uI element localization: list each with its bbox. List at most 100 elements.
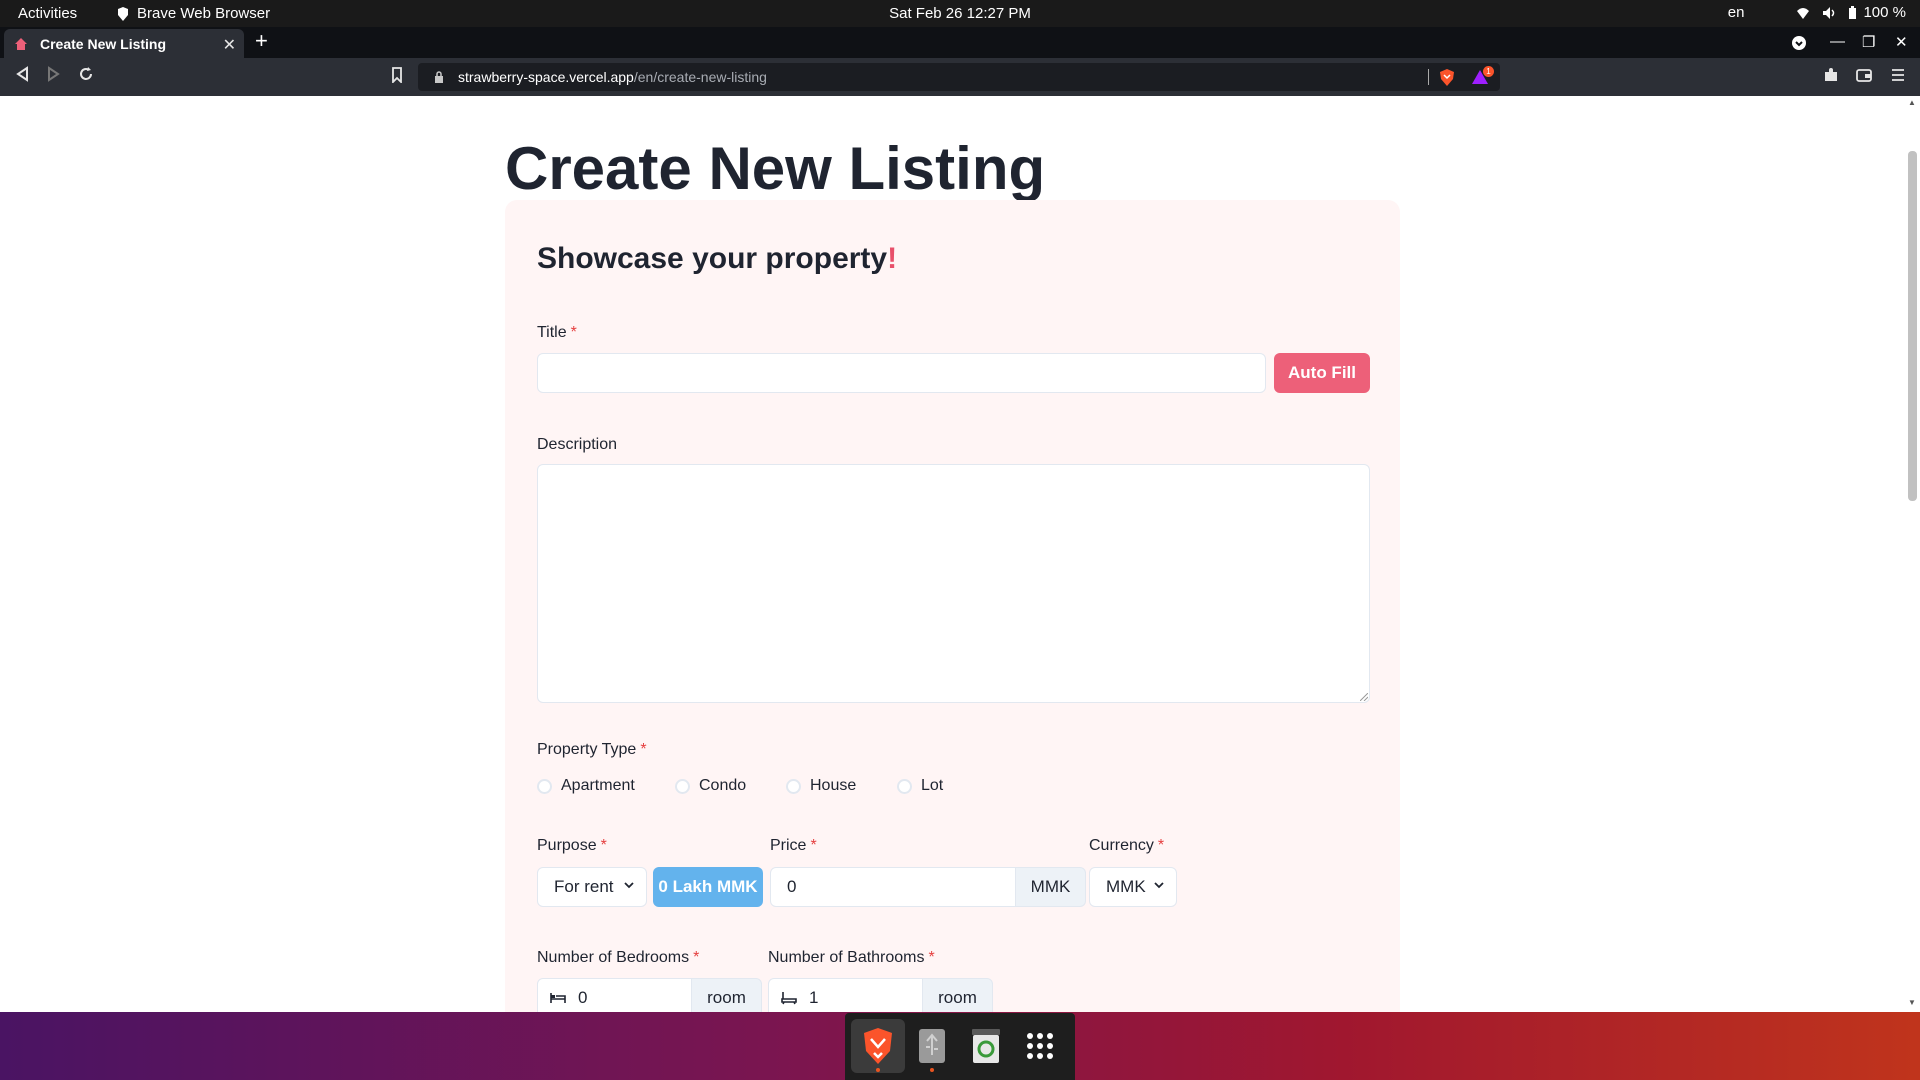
scroll-down-arrow-icon[interactable]: ▼ [1908,998,1916,1007]
browser-toolbar: strawberry-space.vercel.app/en/create-ne… [0,58,1920,96]
radio-circle[interactable] [537,778,552,794]
radio-circle[interactable] [897,778,912,794]
required-mark: * [640,741,647,758]
purpose-label-text: Purpose [537,837,597,854]
lock-icon [435,71,443,83]
bed-icon [550,993,566,1003]
price-input[interactable]: 0 [770,867,1016,907]
site-favicon-icon [15,37,27,50]
form-heading: Showcase your property! [537,242,897,276]
wallet-icon[interactable] [1856,67,1872,83]
clock[interactable]: Sat Feb 26 12:27 PM [0,5,1920,22]
tab-close-icon[interactable]: ✕ [223,35,236,55]
extensions-icon[interactable] [1823,67,1839,83]
back-icon[interactable] [15,66,29,82]
chevron-down-icon [624,882,634,889]
radio-circle[interactable] [675,778,690,794]
app-grid-icon [1027,1033,1053,1059]
currency-select[interactable]: MMK [1089,867,1177,907]
bedrooms-value: 0 [578,988,588,1007]
title-input[interactable] [537,353,1266,393]
tab-title: Create New Listing [40,35,167,52]
purpose-select-value: For rent [554,877,614,896]
bathrooms-label: Number of Bathrooms * [768,949,935,967]
trash-icon [972,1029,1000,1063]
textarea-resize-handle-icon[interactable] [1360,693,1368,701]
window-close-icon[interactable]: ✕ [1895,33,1908,51]
tab-create-new-listing[interactable]: Create New Listing ✕ [4,29,244,58]
listing-form-card: Showcase your property! Title * Auto Fill… [505,200,1400,1012]
radio-condo[interactable]: Condo [675,777,746,795]
description-label: Description [537,436,618,453]
bedrooms-input[interactable]: 0 [537,978,692,1012]
required-mark: * [810,837,817,854]
currency-label-text: Currency [1089,837,1154,854]
bedrooms-label-text: Number of Bedrooms [537,949,690,966]
scrollbar-thumb[interactable] [1908,151,1917,501]
bathrooms-unit-addon: room [923,978,993,1012]
radio-house[interactable]: House [786,777,856,795]
scroll-up-arrow-icon[interactable]: ▲ [1908,98,1916,107]
battery-icon[interactable] [1848,5,1857,20]
url-host: strawberry-space.vercel.app [458,69,634,85]
price-input-group: 0 MMK [770,867,1086,907]
purpose-select[interactable]: For rent [537,867,647,907]
rewards-notification-badge: 1 [1483,66,1494,77]
dock-item-show-applications[interactable] [1013,1019,1067,1073]
currency-label: Currency * [1089,837,1164,855]
bathrooms-label-text: Number of Bathrooms [768,949,925,966]
dock [845,1013,1075,1080]
form-heading-accent: ! [887,242,898,275]
dock-item-brave[interactable] [851,1019,905,1073]
running-indicator [876,1068,880,1072]
bedrooms-unit-addon: room [692,978,762,1012]
new-tab-icon[interactable]: + [255,30,268,52]
auto-fill-button[interactable]: Auto Fill [1274,353,1370,393]
required-mark: * [928,949,935,966]
brave-browser-icon [864,1028,892,1064]
page-scrollbar[interactable]: ▲ ▼ [1905,96,1920,1012]
radio-label: Lot [921,777,944,794]
property-type-label-text: Property Type [537,741,637,758]
brave-shields-icon[interactable] [1439,69,1455,86]
bookmark-icon[interactable] [391,67,403,83]
property-type-label: Property Type * [537,741,647,759]
bathrooms-input[interactable]: 1 [768,978,923,1012]
dock-item-usb-drive[interactable] [905,1019,959,1073]
minimize-icon[interactable]: — [1830,33,1845,50]
system-top-bar: Activities Brave Web Browser Sat Feb 26 … [0,0,1920,27]
radio-label: Apartment [561,777,635,794]
page-title: Create New Listing [505,135,1046,202]
volume-icon[interactable] [1822,6,1836,20]
radio-label: Condo [699,777,747,794]
running-indicator [930,1068,934,1072]
dock-item-trash[interactable] [959,1019,1013,1073]
reload-icon[interactable] [78,66,94,82]
bathtub-icon [781,992,797,1005]
forward-icon[interactable] [47,66,61,82]
bedrooms-input-group: 0 room [537,978,762,1012]
bathrooms-value: 1 [809,988,819,1007]
address-bar[interactable]: strawberry-space.vercel.app/en/create-ne… [418,63,1500,91]
web-page: Create New Listing Showcase your propert… [0,96,1905,1012]
tab-search-icon[interactable] [1791,35,1807,51]
radio-lot[interactable]: Lot [897,777,943,795]
radio-apartment[interactable]: Apartment [537,777,635,795]
bathrooms-input-group: 1 room [768,978,993,1012]
battery-percentage[interactable]: 100 % [1863,4,1906,21]
wifi-icon[interactable] [1796,6,1810,20]
url-separator [1428,69,1429,85]
price-lakh-badge: 0 Lakh MMK [653,867,763,907]
required-mark: * [570,324,577,341]
usb-drive-icon [919,1029,945,1063]
browser-menu-icon[interactable] [1891,67,1905,83]
bedrooms-label: Number of Bedrooms * [537,949,699,967]
price-label-text: Price [770,837,807,854]
radio-circle[interactable] [786,778,801,794]
form-heading-text: Showcase your property [537,242,888,275]
title-label-text: Title [537,324,567,341]
description-textarea[interactable] [537,464,1370,703]
restore-icon[interactable]: ❐ [1862,33,1875,51]
purpose-label: Purpose * [537,837,607,855]
input-language-indicator[interactable]: en [1728,4,1745,21]
